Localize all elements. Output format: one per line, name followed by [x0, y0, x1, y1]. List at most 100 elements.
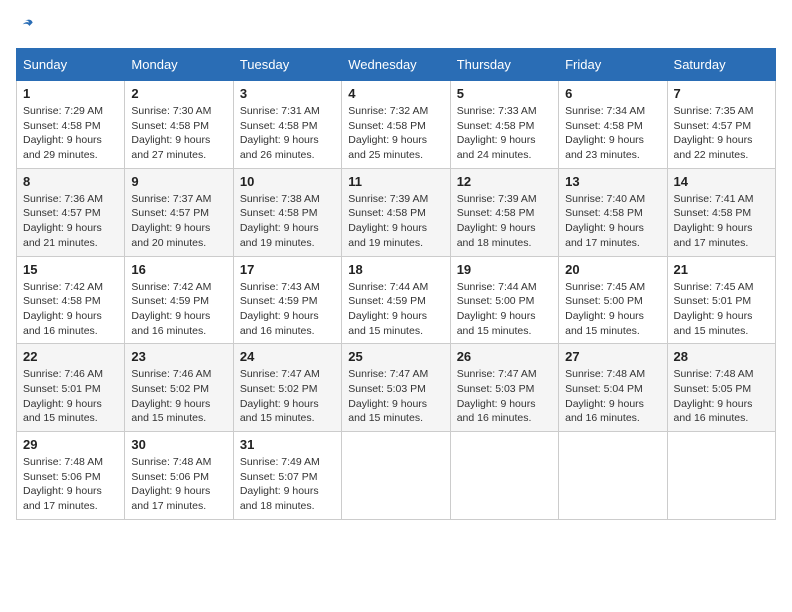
- calendar-cell: 15 Sunrise: 7:42 AMSunset: 4:58 PMDaylig…: [17, 256, 125, 344]
- day-info: Sunrise: 7:38 AMSunset: 4:58 PMDaylight:…: [240, 192, 335, 251]
- day-info: Sunrise: 7:29 AMSunset: 4:58 PMDaylight:…: [23, 104, 118, 163]
- calendar-cell: 3 Sunrise: 7:31 AMSunset: 4:58 PMDayligh…: [233, 81, 341, 169]
- calendar-week-row: 22 Sunrise: 7:46 AMSunset: 5:01 PMDaylig…: [17, 344, 776, 432]
- calendar: SundayMondayTuesdayWednesdayThursdayFrid…: [16, 48, 776, 520]
- calendar-cell: 18 Sunrise: 7:44 AMSunset: 4:59 PMDaylig…: [342, 256, 450, 344]
- day-info: Sunrise: 7:35 AMSunset: 4:57 PMDaylight:…: [674, 104, 769, 163]
- calendar-cell: [450, 432, 558, 520]
- calendar-cell: 31 Sunrise: 7:49 AMSunset: 5:07 PMDaylig…: [233, 432, 341, 520]
- day-number: 5: [457, 86, 552, 101]
- logo: [16, 16, 36, 36]
- day-number: 12: [457, 174, 552, 189]
- calendar-cell: 7 Sunrise: 7:35 AMSunset: 4:57 PMDayligh…: [667, 81, 775, 169]
- day-number: 17: [240, 262, 335, 277]
- calendar-cell: 11 Sunrise: 7:39 AMSunset: 4:58 PMDaylig…: [342, 168, 450, 256]
- day-number: 30: [131, 437, 226, 452]
- calendar-cell: [342, 432, 450, 520]
- calendar-cell: 4 Sunrise: 7:32 AMSunset: 4:58 PMDayligh…: [342, 81, 450, 169]
- calendar-cell: 20 Sunrise: 7:45 AMSunset: 5:00 PMDaylig…: [559, 256, 667, 344]
- calendar-cell: 17 Sunrise: 7:43 AMSunset: 4:59 PMDaylig…: [233, 256, 341, 344]
- calendar-cell: 10 Sunrise: 7:38 AMSunset: 4:58 PMDaylig…: [233, 168, 341, 256]
- day-number: 7: [674, 86, 769, 101]
- calendar-cell: 13 Sunrise: 7:40 AMSunset: 4:58 PMDaylig…: [559, 168, 667, 256]
- day-info: Sunrise: 7:39 AMSunset: 4:58 PMDaylight:…: [348, 192, 443, 251]
- day-number: 11: [348, 174, 443, 189]
- day-number: 8: [23, 174, 118, 189]
- calendar-header-sunday: Sunday: [17, 49, 125, 81]
- day-info: Sunrise: 7:32 AMSunset: 4:58 PMDaylight:…: [348, 104, 443, 163]
- calendar-week-row: 15 Sunrise: 7:42 AMSunset: 4:58 PMDaylig…: [17, 256, 776, 344]
- calendar-header-wednesday: Wednesday: [342, 49, 450, 81]
- calendar-cell: [559, 432, 667, 520]
- calendar-cell: 9 Sunrise: 7:37 AMSunset: 4:57 PMDayligh…: [125, 168, 233, 256]
- calendar-body: 1 Sunrise: 7:29 AMSunset: 4:58 PMDayligh…: [17, 81, 776, 520]
- calendar-cell: 8 Sunrise: 7:36 AMSunset: 4:57 PMDayligh…: [17, 168, 125, 256]
- day-info: Sunrise: 7:31 AMSunset: 4:58 PMDaylight:…: [240, 104, 335, 163]
- day-info: Sunrise: 7:47 AMSunset: 5:02 PMDaylight:…: [240, 367, 335, 426]
- calendar-cell: 16 Sunrise: 7:42 AMSunset: 4:59 PMDaylig…: [125, 256, 233, 344]
- calendar-cell: 26 Sunrise: 7:47 AMSunset: 5:03 PMDaylig…: [450, 344, 558, 432]
- day-number: 20: [565, 262, 660, 277]
- day-number: 14: [674, 174, 769, 189]
- day-number: 27: [565, 349, 660, 364]
- day-number: 6: [565, 86, 660, 101]
- day-info: Sunrise: 7:43 AMSunset: 4:59 PMDaylight:…: [240, 280, 335, 339]
- day-info: Sunrise: 7:45 AMSunset: 5:01 PMDaylight:…: [674, 280, 769, 339]
- logo-bird-icon: [16, 16, 36, 36]
- day-info: Sunrise: 7:49 AMSunset: 5:07 PMDaylight:…: [240, 455, 335, 514]
- calendar-header-tuesday: Tuesday: [233, 49, 341, 81]
- day-number: 31: [240, 437, 335, 452]
- day-number: 28: [674, 349, 769, 364]
- day-info: Sunrise: 7:39 AMSunset: 4:58 PMDaylight:…: [457, 192, 552, 251]
- calendar-cell: 25 Sunrise: 7:47 AMSunset: 5:03 PMDaylig…: [342, 344, 450, 432]
- day-number: 2: [131, 86, 226, 101]
- calendar-week-row: 29 Sunrise: 7:48 AMSunset: 5:06 PMDaylig…: [17, 432, 776, 520]
- day-info: Sunrise: 7:45 AMSunset: 5:00 PMDaylight:…: [565, 280, 660, 339]
- calendar-header-monday: Monday: [125, 49, 233, 81]
- calendar-cell: 12 Sunrise: 7:39 AMSunset: 4:58 PMDaylig…: [450, 168, 558, 256]
- day-info: Sunrise: 7:37 AMSunset: 4:57 PMDaylight:…: [131, 192, 226, 251]
- calendar-cell: 6 Sunrise: 7:34 AMSunset: 4:58 PMDayligh…: [559, 81, 667, 169]
- calendar-cell: 30 Sunrise: 7:48 AMSunset: 5:06 PMDaylig…: [125, 432, 233, 520]
- day-info: Sunrise: 7:44 AMSunset: 5:00 PMDaylight:…: [457, 280, 552, 339]
- day-number: 1: [23, 86, 118, 101]
- calendar-cell: [667, 432, 775, 520]
- calendar-cell: 27 Sunrise: 7:48 AMSunset: 5:04 PMDaylig…: [559, 344, 667, 432]
- day-number: 29: [23, 437, 118, 452]
- day-number: 4: [348, 86, 443, 101]
- day-info: Sunrise: 7:44 AMSunset: 4:59 PMDaylight:…: [348, 280, 443, 339]
- calendar-header-saturday: Saturday: [667, 49, 775, 81]
- day-info: Sunrise: 7:36 AMSunset: 4:57 PMDaylight:…: [23, 192, 118, 251]
- day-info: Sunrise: 7:46 AMSunset: 5:01 PMDaylight:…: [23, 367, 118, 426]
- day-info: Sunrise: 7:41 AMSunset: 4:58 PMDaylight:…: [674, 192, 769, 251]
- day-info: Sunrise: 7:47 AMSunset: 5:03 PMDaylight:…: [348, 367, 443, 426]
- day-info: Sunrise: 7:46 AMSunset: 5:02 PMDaylight:…: [131, 367, 226, 426]
- day-number: 18: [348, 262, 443, 277]
- day-number: 9: [131, 174, 226, 189]
- day-info: Sunrise: 7:48 AMSunset: 5:06 PMDaylight:…: [23, 455, 118, 514]
- calendar-cell: 24 Sunrise: 7:47 AMSunset: 5:02 PMDaylig…: [233, 344, 341, 432]
- day-info: Sunrise: 7:48 AMSunset: 5:04 PMDaylight:…: [565, 367, 660, 426]
- calendar-header-row: SundayMondayTuesdayWednesdayThursdayFrid…: [17, 49, 776, 81]
- day-number: 19: [457, 262, 552, 277]
- calendar-cell: 21 Sunrise: 7:45 AMSunset: 5:01 PMDaylig…: [667, 256, 775, 344]
- day-number: 21: [674, 262, 769, 277]
- calendar-cell: 23 Sunrise: 7:46 AMSunset: 5:02 PMDaylig…: [125, 344, 233, 432]
- calendar-cell: 2 Sunrise: 7:30 AMSunset: 4:58 PMDayligh…: [125, 81, 233, 169]
- day-number: 15: [23, 262, 118, 277]
- day-number: 13: [565, 174, 660, 189]
- calendar-header-thursday: Thursday: [450, 49, 558, 81]
- calendar-cell: 14 Sunrise: 7:41 AMSunset: 4:58 PMDaylig…: [667, 168, 775, 256]
- day-number: 22: [23, 349, 118, 364]
- calendar-cell: 1 Sunrise: 7:29 AMSunset: 4:58 PMDayligh…: [17, 81, 125, 169]
- header: [16, 16, 776, 36]
- day-info: Sunrise: 7:40 AMSunset: 4:58 PMDaylight:…: [565, 192, 660, 251]
- day-info: Sunrise: 7:47 AMSunset: 5:03 PMDaylight:…: [457, 367, 552, 426]
- calendar-header-friday: Friday: [559, 49, 667, 81]
- day-info: Sunrise: 7:48 AMSunset: 5:05 PMDaylight:…: [674, 367, 769, 426]
- calendar-cell: 29 Sunrise: 7:48 AMSunset: 5:06 PMDaylig…: [17, 432, 125, 520]
- day-number: 26: [457, 349, 552, 364]
- calendar-cell: 19 Sunrise: 7:44 AMSunset: 5:00 PMDaylig…: [450, 256, 558, 344]
- day-number: 24: [240, 349, 335, 364]
- day-number: 3: [240, 86, 335, 101]
